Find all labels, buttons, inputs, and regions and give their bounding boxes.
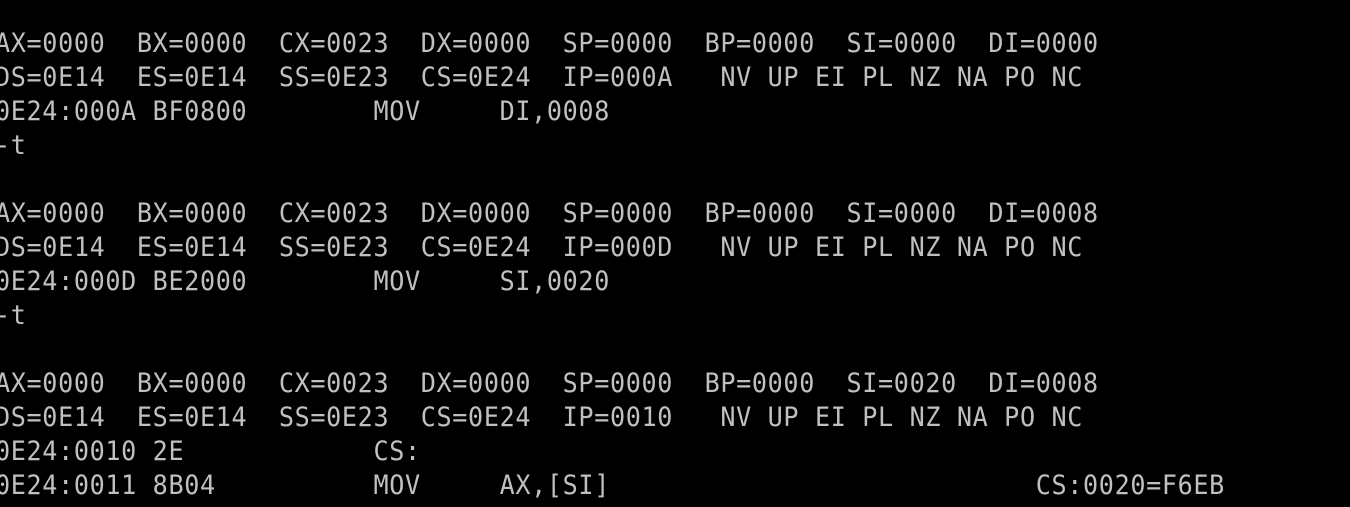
segment-flags-line: DS=0E14 ES=0E14 SS=0E23 CS=0E24 IP=000D … [0,232,1084,263]
debug-console-output[interactable]: AX=0000 BX=0000 CX=0023 DX=0000 SP=0000 … [0,27,1255,503]
instruction-line: 0E24:0010 2E CS: [0,436,421,467]
instruction-line: 0E24:000D BE2000 MOV SI,0020 [0,266,610,297]
instruction-line: 0E24:0011 8B04 MOV AX,[SI] CS:0020=F6EB [0,470,1225,501]
register-line: AX=0000 BX=0000 CX=0023 DX=0000 SP=0000 … [0,198,1099,229]
segment-flags-line: DS=0E14 ES=0E14 SS=0E23 CS=0E24 IP=0010 … [0,402,1084,433]
register-line: AX=0000 BX=0000 CX=0023 DX=0000 SP=0000 … [0,28,1099,59]
command-prompt-line: -t [0,130,27,161]
segment-flags-line: DS=0E14 ES=0E14 SS=0E23 CS=0E24 IP=000A … [0,62,1084,93]
register-line: AX=0000 BX=0000 CX=0023 DX=0000 SP=0000 … [0,368,1099,399]
command-prompt-line: -t [0,300,27,331]
instruction-line: 0E24:000A BF0800 MOV DI,0008 [0,96,610,127]
